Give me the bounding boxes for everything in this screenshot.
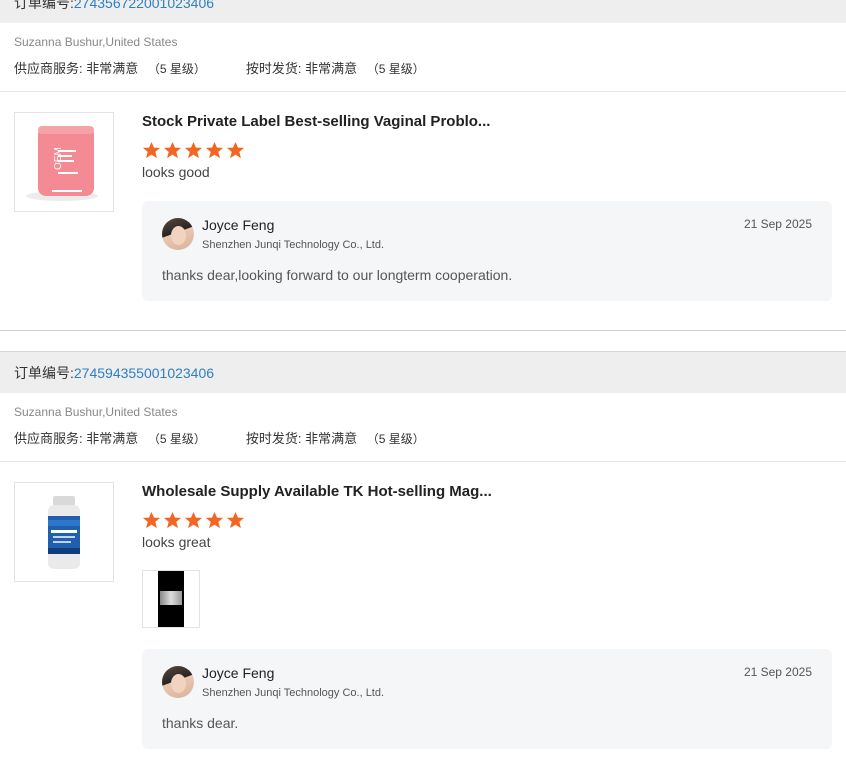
supplement-bottle-image [48, 496, 80, 569]
reply-date: 21 Sep 2025 [743, 217, 812, 231]
star-icon [142, 141, 161, 159]
order-ratings: 供应商服务: 非常满意 （5 星级） 按时发货: 非常满意 （5 星级） [14, 428, 832, 447]
supplier-service-label: 供应商服务: [14, 61, 83, 76]
star-icon [163, 141, 182, 159]
star-icon [184, 511, 203, 529]
order-number-label: 订单编号: [14, 0, 74, 11]
order-header: 订单编号: 274594355001023406 [0, 351, 846, 393]
ontime-delivery-rating: 按时发货: 非常满意 （5 星级） [246, 58, 425, 77]
reply-company: Shenzhen Junqi Technology Co., Ltd. [202, 239, 385, 251]
order-number-link[interactable]: 274356722001023406 [74, 0, 214, 11]
order-card: 订单编号: 274594355001023406 Suzanna Bushur,… [0, 351, 846, 749]
reply-date: 21 Sep 2025 [743, 665, 812, 679]
supplier-reply: Joyce Feng Shenzhen Junqi Technology Co.… [142, 649, 832, 749]
star-icon [226, 141, 245, 159]
ontime-value: 非常满意 [305, 61, 358, 76]
review-stars [142, 141, 832, 160]
order-number-label: 订单编号: [14, 364, 74, 381]
supplier-service-stars: （5 星级） [147, 432, 206, 446]
reply-text: thanks dear. [162, 715, 239, 731]
supplier-reply: Joyce Feng Shenzhen Junqi Technology Co.… [142, 201, 832, 301]
reply-author-name: Joyce Feng [202, 217, 275, 233]
product-thumbnail[interactable] [14, 482, 114, 582]
review-stars [142, 511, 832, 530]
star-icon [226, 511, 245, 529]
supplier-service-value: 非常满意 [86, 61, 139, 76]
ontime-label: 按时发货: [245, 61, 302, 76]
review-body: Wholesale Supply Available TK Hot-sellin… [142, 482, 832, 749]
ontime-value: 非常满意 [305, 431, 358, 446]
order-divider [0, 330, 846, 331]
star-icon [142, 511, 161, 529]
product-thumbnail[interactable]: OEM [14, 112, 114, 212]
review-body: Stock Private Label Best-selling Vaginal… [142, 112, 832, 301]
order-ratings: 供应商服务: 非常满意 （5 星级） 按时发货: 非常满意 （5 星级） [14, 58, 832, 77]
reply-author-name: Joyce Feng [202, 665, 275, 681]
ontime-label: 按时发货: [245, 431, 302, 446]
reply-text: thanks dear,looking forward to our longt… [162, 267, 513, 283]
buyer-name: Suzanna Bushur,United States [14, 405, 178, 419]
supplier-service-rating: 供应商服务: 非常满意 （5 星级） [14, 428, 206, 447]
product-title-link[interactable]: Stock Private Label Best-selling Vaginal… [142, 112, 832, 132]
supplier-service-stars: （5 星级） [147, 62, 206, 76]
review-comment: looks good [142, 164, 210, 180]
product-title-link[interactable]: Wholesale Supply Available TK Hot-sellin… [142, 482, 832, 502]
ontime-delivery-rating: 按时发货: 非常满意 （5 星级） [246, 428, 425, 447]
order-header: 订单编号: 274356722001023406 [0, 0, 846, 23]
star-icon [163, 511, 182, 529]
buyer-info: Suzanna Bushur,United States 供应商服务: 非常满意… [0, 23, 846, 92]
buyer-name: Suzanna Bushur,United States [14, 35, 178, 49]
reply-header: Joyce Feng Shenzhen Junqi Technology Co.… [162, 665, 812, 699]
video-thumbnail[interactable] [142, 570, 200, 628]
ontime-stars: （5 星级） [366, 62, 425, 76]
avatar [162, 666, 194, 698]
buyer-info: Suzanna Bushur,United States 供应商服务: 非常满意… [0, 393, 846, 462]
supplier-service-label: 供应商服务: [14, 431, 83, 446]
star-icon [184, 141, 203, 159]
star-icon [205, 511, 224, 529]
product-review: OEM Stock Private Label Best-selling Vag… [0, 92, 846, 301]
supplier-service-value: 非常满意 [86, 431, 139, 446]
avatar [162, 218, 194, 250]
probiotic-jar-image: OEM [26, 126, 98, 201]
video-frame [158, 571, 184, 627]
order-number-link[interactable]: 274594355001023406 [74, 365, 214, 381]
reply-header: Joyce Feng Shenzhen Junqi Technology Co.… [162, 217, 812, 251]
review-comment: looks great [142, 534, 211, 550]
star-icon [205, 141, 224, 159]
order-card: 订单编号: 274356722001023406 Suzanna Bushur,… [0, 0, 846, 301]
product-review: Wholesale Supply Available TK Hot-sellin… [0, 462, 846, 749]
reply-company: Shenzhen Junqi Technology Co., Ltd. [202, 687, 385, 699]
ontime-stars: （5 星级） [366, 432, 425, 446]
supplier-service-rating: 供应商服务: 非常满意 （5 星级） [14, 58, 206, 77]
